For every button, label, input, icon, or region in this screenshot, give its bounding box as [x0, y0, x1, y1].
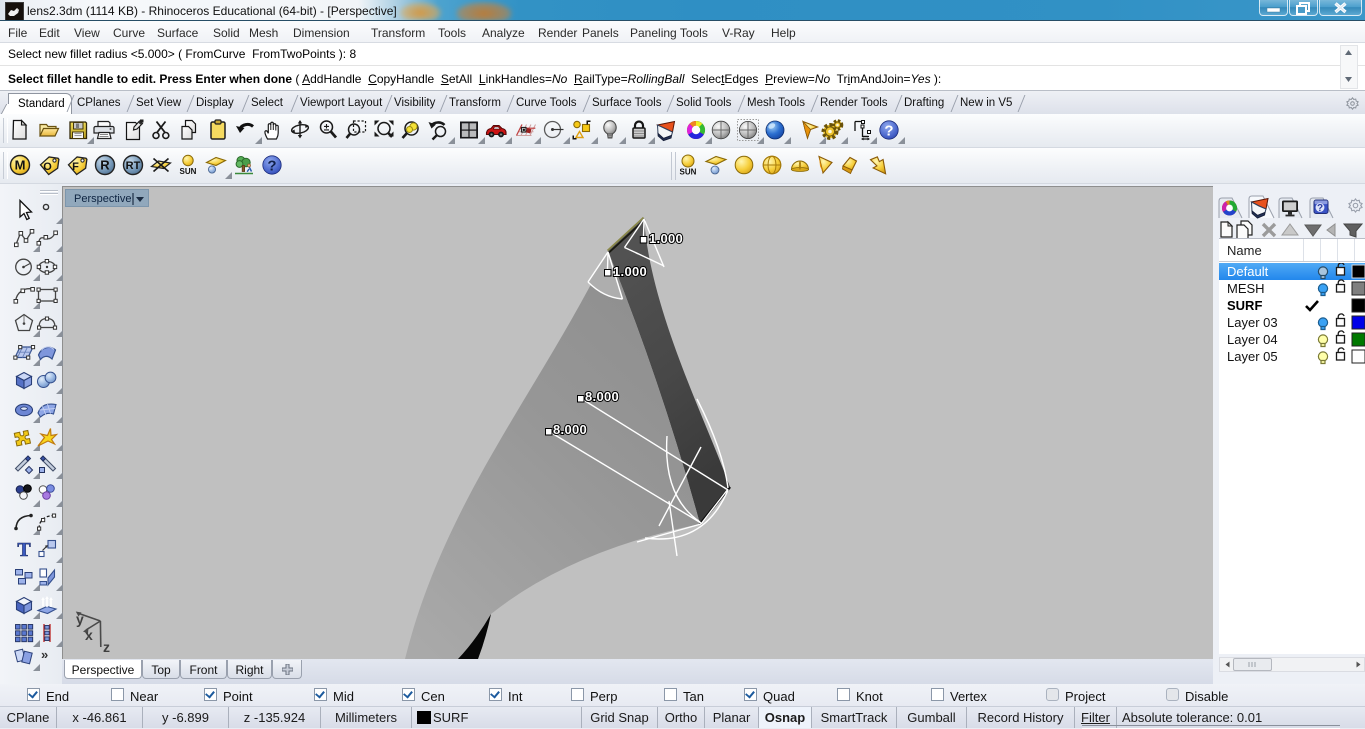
- svg-text:y: y: [76, 611, 84, 627]
- svg-text:?: ?: [884, 123, 893, 140]
- svg-text:T: T: [17, 539, 31, 561]
- svg-text:±: ±: [324, 123, 330, 134]
- svg-text:F: F: [72, 161, 79, 173]
- svg-text:SUN: SUN: [180, 167, 197, 176]
- svg-text:1.000: 1.000: [613, 264, 647, 279]
- svg-text:z: z: [103, 639, 110, 655]
- svg-text:?: ?: [1317, 203, 1323, 214]
- svg-text:8.000: 8.000: [585, 389, 619, 404]
- svg-text:x: x: [85, 627, 93, 643]
- svg-text:R: R: [100, 158, 110, 173]
- svg-text:1.000: 1.000: [649, 231, 683, 246]
- svg-text:SUN: SUN: [680, 168, 697, 177]
- svg-text:M: M: [15, 158, 26, 173]
- svg-text:8.000: 8.000: [553, 422, 587, 437]
- svg-text:RT: RT: [126, 160, 141, 172]
- svg-text:?: ?: [267, 158, 276, 175]
- svg-text:O: O: [43, 161, 52, 173]
